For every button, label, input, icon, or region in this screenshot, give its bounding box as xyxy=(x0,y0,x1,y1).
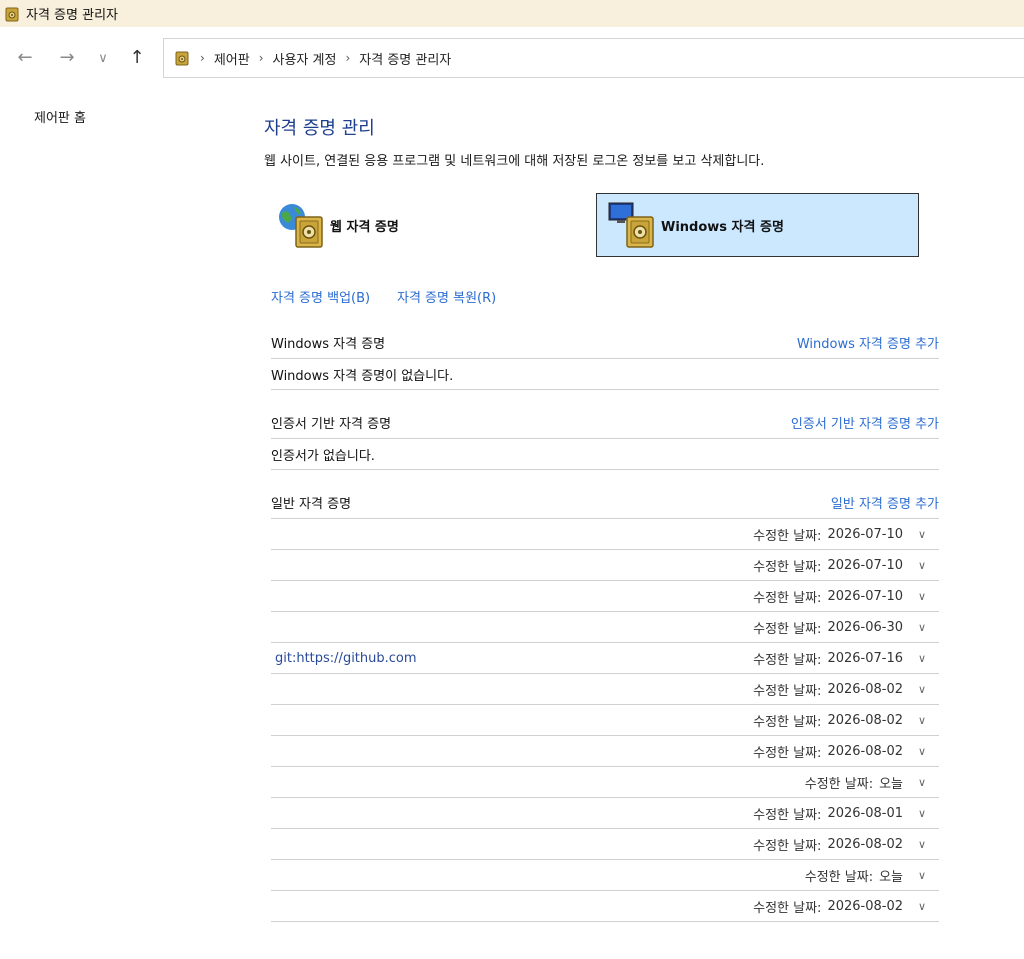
credential-row[interactable]: 수정한 날짜: 오늘 ∨ xyxy=(271,860,939,891)
modified-date-value: 2026-08-02 xyxy=(827,836,903,852)
breadcrumb-separator-icon: › xyxy=(258,51,264,65)
up-arrow-icon[interactable]: ↑ xyxy=(126,47,148,69)
breadcrumb-control-panel[interactable]: 제어판 xyxy=(214,49,250,68)
modified-date-value: 2026-07-10 xyxy=(827,557,903,573)
restore-credentials-link[interactable]: 자격 증명 복원(R) xyxy=(397,287,496,306)
credential-row[interactable]: 수정한 날짜: 2026-06-30 ∨ xyxy=(271,612,939,643)
modified-date-value: 2026-08-01 xyxy=(827,805,903,821)
expand-chevron-icon[interactable]: ∨ xyxy=(909,528,935,541)
modified-date-value: 2026-07-16 xyxy=(827,650,903,666)
credential-row[interactable]: 수정한 날짜: 오늘 ∨ xyxy=(271,767,939,798)
expand-chevron-icon[interactable]: ∨ xyxy=(909,776,935,789)
modified-date-label: 수정한 날짜: xyxy=(753,807,822,823)
credential-row[interactable]: 수정한 날짜: 2026-08-02 ∨ xyxy=(271,829,939,860)
credential-row[interactable]: 수정한 날짜: 2026-08-02 ∨ xyxy=(271,736,939,767)
modified-date-label: 수정한 날짜: xyxy=(753,559,822,575)
modified-date-value: 오늘 xyxy=(879,776,903,792)
expand-chevron-icon[interactable]: ∨ xyxy=(909,714,935,727)
credential-row[interactable]: 수정한 날짜: 2026-07-10 ∨ xyxy=(271,519,939,550)
modified-date-label: 수정한 날짜: xyxy=(753,838,822,854)
tab-windows-credentials[interactable]: Windows 자격 증명 xyxy=(596,193,919,257)
credential-row[interactable]: 수정한 날짜: 2026-08-01 ∨ xyxy=(271,798,939,829)
tab-web-credentials[interactable]: 웹 자격 증명 xyxy=(276,193,576,257)
recent-locations-chevron-icon[interactable]: ∨ xyxy=(92,47,114,69)
expand-chevron-icon[interactable]: ∨ xyxy=(909,900,935,913)
generic-credentials-header: 일반 자격 증명 일반 자격 증명 추가 xyxy=(271,487,939,519)
generic-credentials-section: 일반 자격 증명 일반 자격 증명 추가 수정한 날짜: 2026-07-10 ∨ 수… xyxy=(271,487,939,922)
modified-date-label: 수정한 날짜: xyxy=(753,528,822,544)
tab-windows-credentials-label: Windows 자격 증명 xyxy=(661,219,784,235)
modified-date-label: 수정한 날짜: xyxy=(804,776,874,792)
modified-date-value: 오늘 xyxy=(879,869,903,885)
add-generic-credential-link[interactable]: 일반 자격 증명 추가 xyxy=(831,493,939,512)
credential-vault-icon xyxy=(5,7,19,21)
breadcrumb-separator-icon: › xyxy=(345,51,351,65)
windows-credentials-section: Windows 자격 증명 Windows 자격 증명 추가 Windows 자… xyxy=(271,327,939,390)
forward-arrow-icon[interactable]: → xyxy=(56,47,78,69)
sidebar-control-panel-home-link[interactable]: 제어판 홈 xyxy=(34,107,86,126)
address-bar[interactable]: › 제어판 › 사용자 계정 › 자격 증명 관리자 xyxy=(163,38,1024,78)
breadcrumb-credential-manager[interactable]: 자격 증명 관리자 xyxy=(359,49,451,68)
empty-message: Windows 자격 증명이 없습니다. xyxy=(271,359,939,390)
windows-credentials-header: Windows 자격 증명 Windows 자격 증명 추가 xyxy=(271,327,939,359)
modified-date-value: 2026-08-02 xyxy=(827,681,903,697)
expand-chevron-icon[interactable]: ∨ xyxy=(909,590,935,603)
credential-name: git:https://github.com xyxy=(275,650,417,666)
certificate-credentials-section: 인증서 기반 자격 증명 인증서 기반 자격 증명 추가 인증서가 없습니다. xyxy=(271,407,939,470)
modified-date-label: 수정한 날짜: xyxy=(753,900,822,916)
modified-date-value: 2026-08-02 xyxy=(827,743,903,759)
section-title: 일반 자격 증명 xyxy=(271,497,352,512)
modified-date-label: 수정한 날짜: xyxy=(804,869,874,885)
add-windows-credential-link[interactable]: Windows 자격 증명 추가 xyxy=(797,333,939,352)
credential-row[interactable]: 수정한 날짜: 2026-08-02 ∨ xyxy=(271,705,939,736)
modified-date-value: 2026-07-10 xyxy=(827,526,903,542)
globe-vault-icon xyxy=(279,204,323,248)
title-bar: 자격 증명 관리자 xyxy=(0,0,1024,27)
modified-date-label: 수정한 날짜: xyxy=(753,745,822,761)
empty-message: 인증서가 없습니다. xyxy=(271,439,939,470)
modified-date-value: 2026-08-02 xyxy=(827,898,903,914)
page-description: 웹 사이트, 연결된 응용 프로그램 및 네트워크에 대해 저장된 로그온 정보… xyxy=(264,154,765,169)
modified-date-label: 수정한 날짜: xyxy=(753,590,822,606)
modified-date-value: 2026-06-30 xyxy=(827,619,903,635)
expand-chevron-icon[interactable]: ∨ xyxy=(909,807,935,820)
expand-chevron-icon[interactable]: ∨ xyxy=(909,745,935,758)
credential-row[interactable]: 수정한 날짜: 2026-08-02 ∨ xyxy=(271,891,939,922)
credential-row[interactable]: 수정한 날짜: 2026-08-02 ∨ xyxy=(271,674,939,705)
generic-credentials-list: 수정한 날짜: 2026-07-10 ∨ 수정한 날짜: 2026-07-10 ∨ 수정한 … xyxy=(271,519,939,922)
credential-row[interactable]: 수정한 날짜: 2026-07-10 ∨ xyxy=(271,581,939,612)
back-arrow-icon[interactable]: ← xyxy=(14,47,36,69)
expand-chevron-icon[interactable]: ∨ xyxy=(909,838,935,851)
modified-date-value: 2026-08-02 xyxy=(827,712,903,728)
expand-chevron-icon[interactable]: ∨ xyxy=(909,559,935,572)
breadcrumb-separator-icon: › xyxy=(200,51,205,65)
section-title: Windows 자격 증명 xyxy=(271,337,386,352)
modified-date-label: 수정한 날짜: xyxy=(753,652,822,668)
page-title: 자격 증명 관리 xyxy=(264,118,375,139)
certificate-credentials-header: 인증서 기반 자격 증명 인증서 기반 자격 증명 추가 xyxy=(271,407,939,439)
tab-web-credentials-label: 웹 자격 증명 xyxy=(330,219,399,235)
navigation-bar: ← → ∨ ↑ › 제어판 › 사용자 계정 › 자격 증명 관리자 xyxy=(0,27,1024,89)
backup-credentials-link[interactable]: 자격 증명 백업(B) xyxy=(271,287,370,306)
expand-chevron-icon[interactable]: ∨ xyxy=(909,621,935,634)
modified-date-label: 수정한 날짜: xyxy=(753,621,822,637)
expand-chevron-icon[interactable]: ∨ xyxy=(909,869,935,882)
modified-date-label: 수정한 날짜: xyxy=(753,683,822,699)
modified-date-label: 수정한 날짜: xyxy=(753,714,822,730)
breadcrumb-user-accounts[interactable]: 사용자 계정 xyxy=(273,49,337,68)
window-title: 자격 증명 관리자 xyxy=(26,8,118,23)
add-certificate-credential-link[interactable]: 인증서 기반 자격 증명 추가 xyxy=(791,413,939,432)
expand-chevron-icon[interactable]: ∨ xyxy=(909,652,935,665)
credential-row[interactable]: git:https://github.com 수정한 날짜: 2026-07-16 ∨ xyxy=(271,643,939,674)
modified-date-value: 2026-07-10 xyxy=(827,588,903,604)
computer-vault-icon xyxy=(608,202,654,248)
credential-vault-icon xyxy=(175,51,189,66)
section-title: 인증서 기반 자격 증명 xyxy=(271,417,392,432)
expand-chevron-icon[interactable]: ∨ xyxy=(909,683,935,696)
credential-row[interactable]: 수정한 날짜: 2026-07-10 ∨ xyxy=(271,550,939,581)
